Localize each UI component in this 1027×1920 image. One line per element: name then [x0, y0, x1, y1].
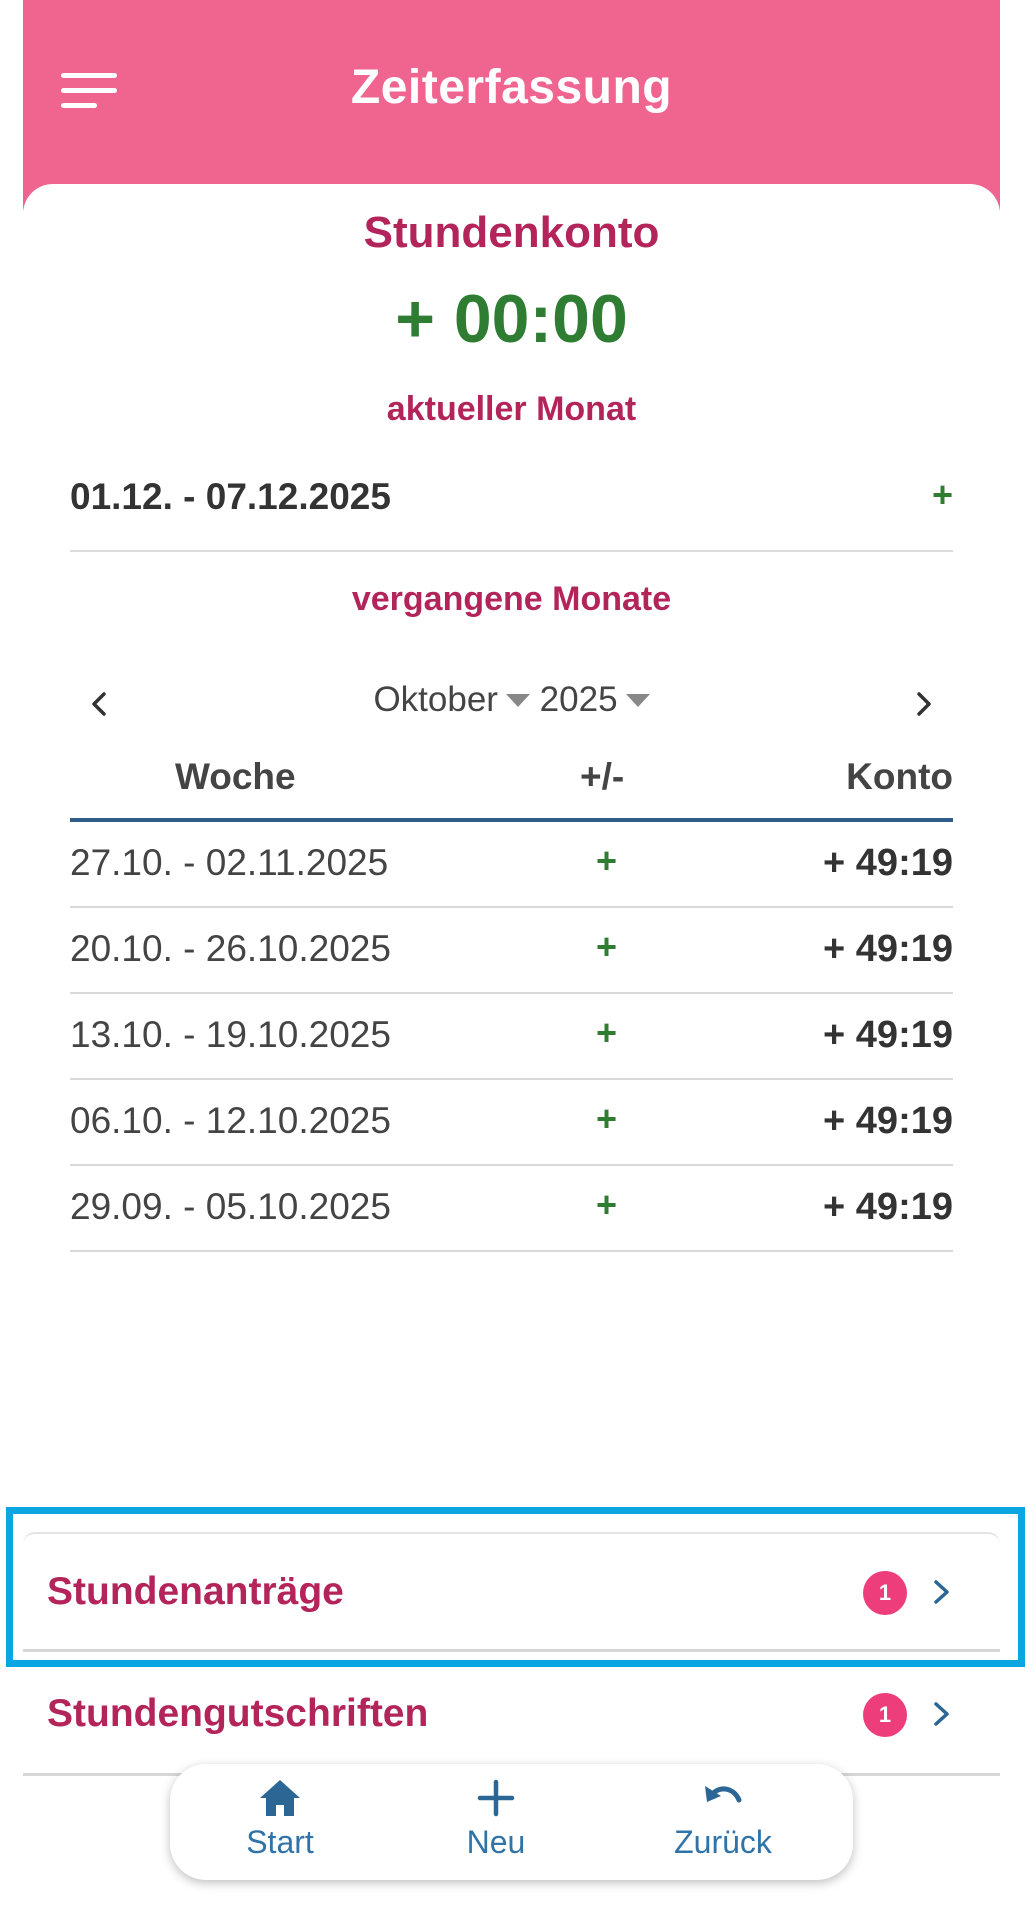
- row-konto: + 49:19: [823, 928, 953, 970]
- row-konto: + 49:19: [823, 1186, 953, 1228]
- balance-title: Stundenkonto: [363, 208, 660, 257]
- year-select[interactable]: 2025: [540, 680, 650, 720]
- table-header: Woche +/- Konto: [70, 748, 953, 822]
- caret-down-icon: [625, 693, 650, 707]
- row-diff: +: [596, 840, 618, 881]
- chevron-right-icon: [923, 1696, 959, 1732]
- row-konto: + 49:19: [823, 1100, 953, 1142]
- table-row[interactable]: 06.10. - 12.10.2025 + + 49:19: [70, 1080, 953, 1166]
- count-badge: 1: [863, 1693, 907, 1737]
- current-month-heading: aktueller Monat: [386, 390, 637, 428]
- row-week: 13.10. - 19.10.2025: [70, 1014, 391, 1055]
- bottom-navigation: Start Neu Zurück: [170, 1764, 853, 1880]
- nav-new-button[interactable]: Neu: [416, 1774, 576, 1874]
- nav-back-button[interactable]: Zurück: [643, 1774, 803, 1874]
- year-select-value: 2025: [539, 680, 618, 719]
- table-row[interactable]: 20.10. - 26.10.2025 + + 49:19: [70, 908, 953, 994]
- row-week: 20.10. - 26.10.2025: [70, 928, 391, 969]
- table-row[interactable]: 27.10. - 02.11.2025 + + 49:19: [70, 822, 953, 908]
- row-week: 27.10. - 02.11.2025: [70, 842, 389, 883]
- column-header-week: Woche: [175, 756, 296, 797]
- caret-down-icon: [505, 693, 530, 707]
- chevron-right-icon[interactable]: [903, 684, 943, 724]
- row-konto: + 49:19: [823, 842, 953, 884]
- table-row[interactable]: 29.09. - 05.10.2025 + + 49:19: [70, 1166, 953, 1252]
- table-row[interactable]: 13.10. - 19.10.2025 + + 49:19: [70, 994, 953, 1080]
- month-year-selectors: Oktober 2025: [70, 680, 953, 720]
- count-badge: 1: [863, 1571, 907, 1615]
- month-select-value: Oktober: [373, 680, 498, 719]
- row-week: 06.10. - 12.10.2025: [70, 1100, 391, 1141]
- row-diff: +: [596, 1098, 618, 1139]
- weeks-table: Woche +/- Konto 27.10. - 02.11.2025 + + …: [70, 748, 953, 1252]
- row-konto: + 49:19: [823, 1014, 953, 1056]
- current-month-range: 01.12. - 07.12.2025: [70, 476, 391, 517]
- link-label: Stundenanträge: [47, 1570, 344, 1613]
- nav-start-button[interactable]: Start: [200, 1774, 360, 1874]
- past-months-heading: vergangene Monate: [351, 580, 672, 618]
- row-diff: +: [596, 1012, 618, 1053]
- month-navigation: Oktober 2025: [70, 676, 953, 732]
- plus-icon: [477, 1779, 515, 1817]
- nav-new-label: Neu: [466, 1824, 526, 1860]
- balance-value: + 00:00: [395, 281, 628, 357]
- link-stundengutschriften[interactable]: Stundengutschriften 1: [23, 1656, 1000, 1776]
- nav-start-label: Start: [246, 1824, 314, 1860]
- link-stundenantraege[interactable]: Stundenanträge 1: [23, 1532, 1000, 1652]
- nav-back-label: Zurück: [674, 1824, 772, 1860]
- row-week: 29.09. - 05.10.2025: [70, 1186, 391, 1227]
- column-header-diff: +/-: [580, 756, 625, 797]
- home-icon: [260, 1780, 300, 1816]
- column-header-konto: Konto: [846, 756, 953, 797]
- current-month-row[interactable]: 01.12. - 07.12.2025 +: [70, 472, 953, 552]
- chevron-right-icon: [923, 1574, 959, 1610]
- row-diff: +: [596, 1184, 618, 1225]
- current-month-sign: +: [931, 474, 953, 515]
- undo-icon: [705, 1786, 742, 1803]
- link-label: Stundengutschriften: [47, 1692, 429, 1735]
- month-select[interactable]: Oktober: [373, 680, 530, 720]
- row-diff: +: [596, 926, 618, 967]
- page-title: Zeiterfassung: [350, 61, 673, 114]
